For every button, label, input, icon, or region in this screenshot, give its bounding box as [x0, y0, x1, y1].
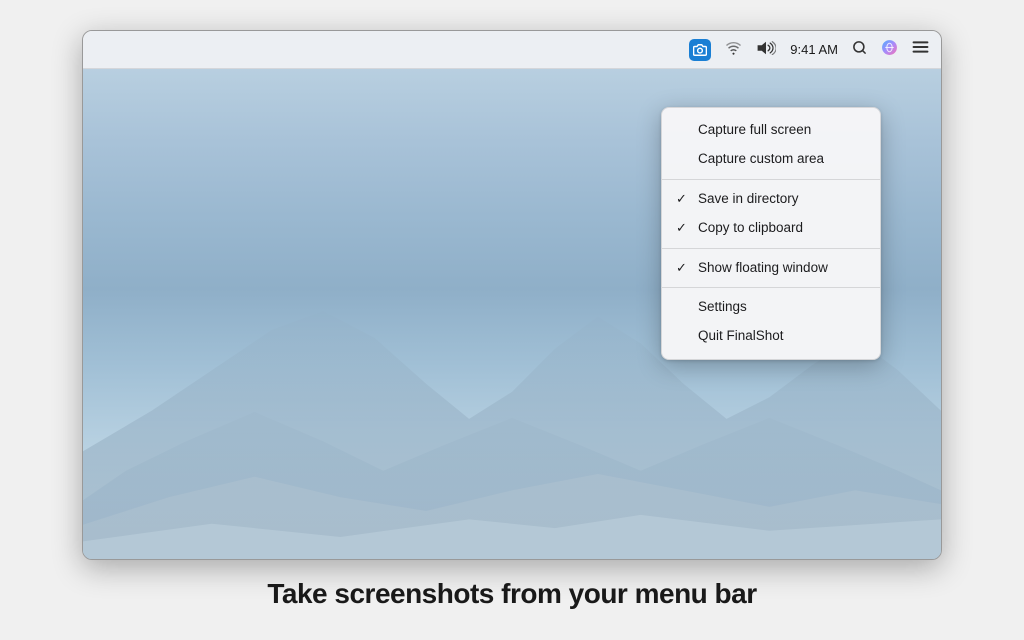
menu-item-copy-clipboard[interactable]: ✓ Copy to clipboard [662, 214, 880, 243]
volume-icon[interactable] [756, 41, 776, 58]
search-icon[interactable] [852, 40, 867, 59]
menu-section-options: ✓ Save in directory ✓ Copy to clipboard [662, 179, 880, 246]
checkmark-save: ✓ [676, 190, 692, 208]
checkmark-clipboard: ✓ [676, 219, 692, 237]
menu-item-save-directory[interactable]: ✓ Save in directory [662, 185, 880, 214]
checkmark-floating: ✓ [676, 259, 692, 277]
menu-section-capture: Capture full screen Capture custom area [662, 113, 880, 177]
menu-item-capture-full[interactable]: Capture full screen [662, 116, 880, 145]
page-caption: Take screenshots from your menu bar [267, 578, 756, 610]
desktop-background: Capture full screen Capture custom area … [83, 69, 941, 559]
hamburger-icon[interactable] [912, 40, 929, 59]
menu-section-window: ✓ Show floating window [662, 248, 880, 286]
menu-bar: 9:41 AM [83, 31, 941, 69]
camera-icon[interactable] [689, 39, 711, 61]
menu-item-capture-custom[interactable]: Capture custom area [662, 145, 880, 174]
screenshot-window: 9:41 AM [82, 30, 942, 560]
menu-item-floating-window[interactable]: ✓ Show floating window [662, 254, 880, 283]
menu-item-settings[interactable]: Settings [662, 293, 880, 322]
menu-bar-icons: 9:41 AM [689, 39, 929, 61]
menu-bar-time: 9:41 AM [790, 42, 838, 57]
menu-item-quit[interactable]: Quit FinalShot [662, 322, 880, 351]
wifi-icon[interactable] [725, 41, 742, 59]
siri-icon[interactable] [881, 39, 898, 60]
menu-section-app: Settings Quit FinalShot [662, 287, 880, 354]
dropdown-menu: Capture full screen Capture custom area … [661, 107, 881, 360]
